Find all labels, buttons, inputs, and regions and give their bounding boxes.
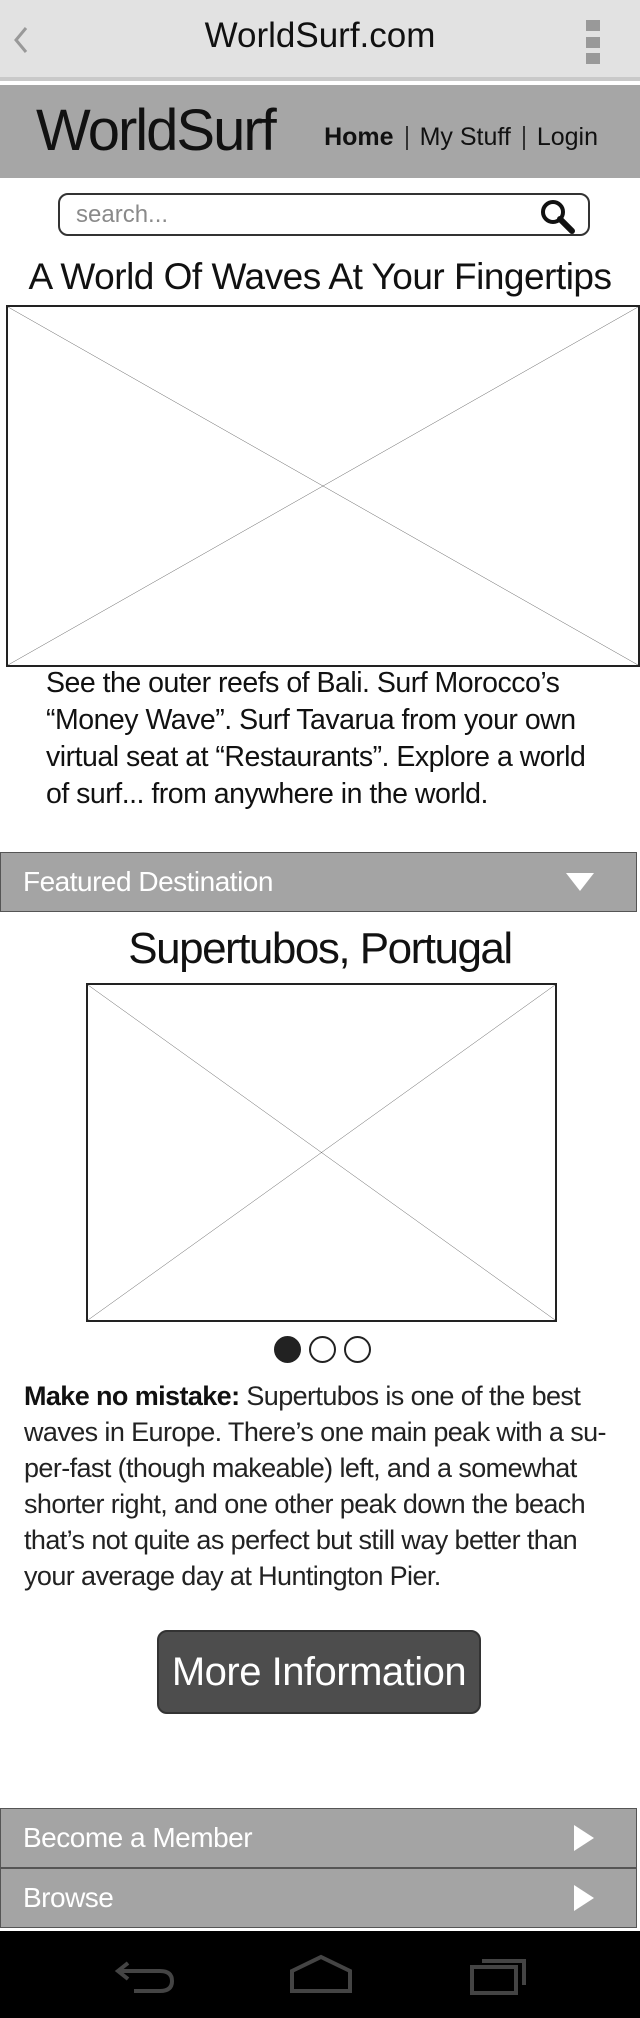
system-nav-bar: [0, 1931, 640, 2018]
more-information-button[interactable]: More Information: [157, 1630, 481, 1714]
browse-section[interactable]: Browse: [0, 1868, 637, 1928]
chevron-right-icon: [574, 1825, 594, 1851]
hero-title: A World Of Waves At Your Fingertips: [28, 256, 613, 297]
nav-login[interactable]: Login: [525, 123, 610, 152]
browser-bar: WorldSurf.com: [0, 0, 640, 81]
destination-title: Supertubos, Portugal: [128, 924, 513, 973]
featured-destination-label: Featured Destination: [23, 866, 273, 897]
carousel-dot[interactable]: [344, 1336, 371, 1363]
site-header: WorldSurf Home My Stuff Login: [0, 85, 640, 178]
search-icon[interactable]: [538, 197, 576, 235]
recents-icon[interactable]: [466, 1949, 536, 1999]
destination-image-placeholder[interactable]: [86, 983, 557, 1322]
description-lead: Make no mistake:: [24, 1381, 240, 1411]
chevron-right-icon: [574, 1885, 594, 1911]
become-member-label: Become a Member: [23, 1822, 253, 1853]
chevron-down-icon: [566, 873, 594, 891]
search-bar: [58, 193, 590, 236]
description-body: Supertubos is one of the best waves in E…: [24, 1381, 607, 1591]
hero-image-placeholder: [6, 305, 640, 667]
overflow-menu-icon[interactable]: [586, 20, 600, 64]
nav-home[interactable]: Home: [312, 123, 405, 152]
search-input[interactable]: [76, 199, 516, 231]
carousel-dot[interactable]: [274, 1336, 301, 1363]
carousel-indicators: [274, 1336, 371, 1363]
destination-description: Make no mistake: Supertubos is one of th…: [24, 1378, 609, 1594]
site-logo[interactable]: WorldSurf: [36, 97, 277, 164]
browser-url[interactable]: WorldSurf.com: [0, 16, 640, 56]
nav-my-stuff[interactable]: My Stuff: [408, 123, 523, 152]
featured-destination-header[interactable]: Featured Destination: [0, 852, 637, 912]
home-icon[interactable]: [286, 1949, 356, 1999]
main-nav: Home My Stuff Login: [312, 123, 610, 152]
become-member-section[interactable]: Become a Member: [0, 1808, 637, 1868]
intro-text: See the outer reefs of Bali. Surf Morocc…: [46, 667, 586, 810]
browse-label: Browse: [23, 1882, 114, 1913]
carousel-dot[interactable]: [309, 1336, 336, 1363]
back-icon[interactable]: [110, 1949, 180, 1999]
